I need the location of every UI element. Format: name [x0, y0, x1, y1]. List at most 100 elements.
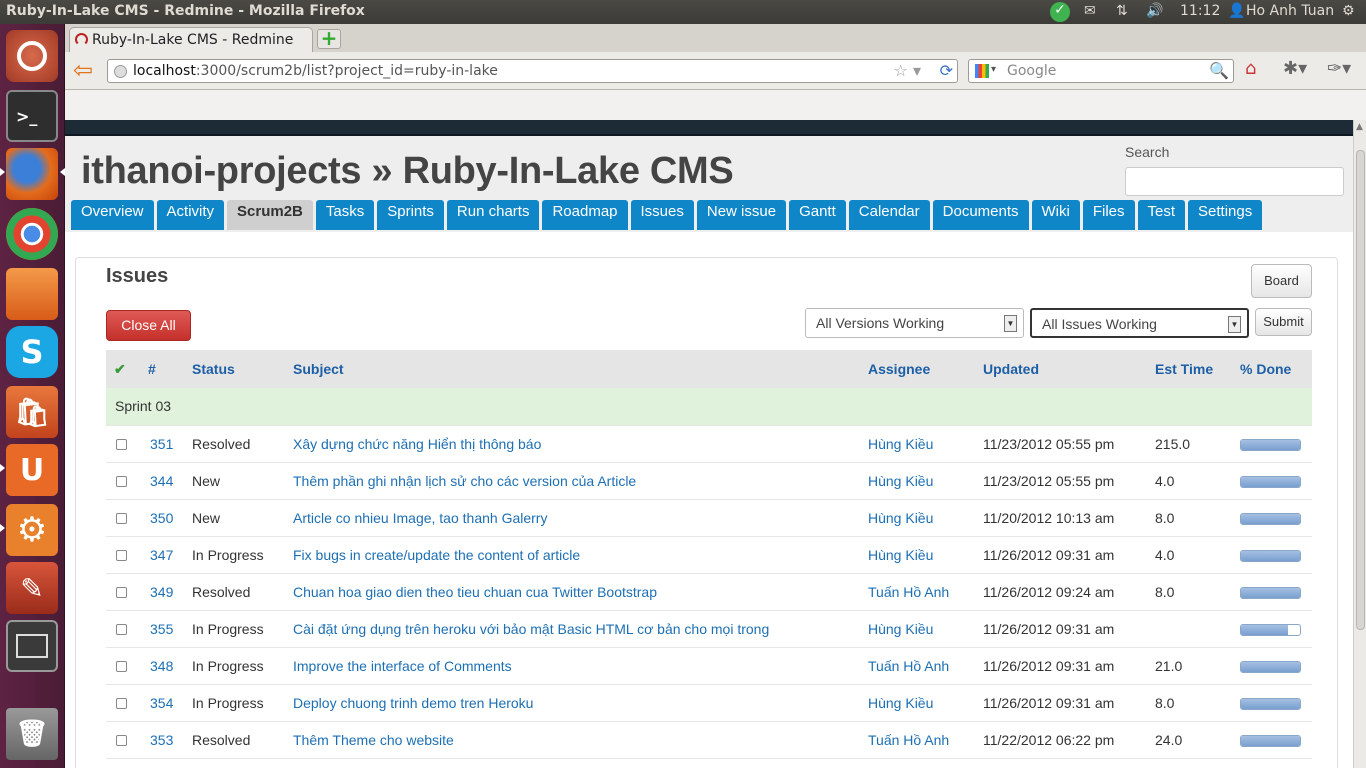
- row-checkbox[interactable]: [116, 438, 127, 450]
- user-name[interactable]: Ho Anh Tuan: [1246, 3, 1334, 19]
- tab-test[interactable]: Test: [1137, 200, 1186, 230]
- chrome-icon[interactable]: [6, 208, 58, 260]
- tab-new-issue[interactable]: New issue: [696, 200, 787, 230]
- issue-id-link[interactable]: 349: [150, 584, 173, 600]
- system-settings-icon[interactable]: ⚙: [6, 504, 58, 556]
- volume-icon[interactable]: 🔊: [1146, 3, 1163, 19]
- web-search-box[interactable]: ▾ Google 🔍: [968, 59, 1234, 83]
- tab-issues[interactable]: Issues: [630, 200, 694, 230]
- col-updated[interactable]: Updated: [975, 350, 1147, 388]
- dropper-addon-icon[interactable]: ✑▾: [1327, 58, 1351, 79]
- issue-id-link[interactable]: 355: [150, 621, 173, 637]
- tab-activity[interactable]: Activity: [156, 200, 225, 230]
- issue-filter-select[interactable]: All Issues Working ▼: [1030, 308, 1249, 338]
- google-engine-icon[interactable]: [975, 64, 989, 78]
- issue-subject-link[interactable]: Thêm phần ghi nhận lịch sử cho các versi…: [293, 473, 636, 489]
- scrollbar-thumb[interactable]: [1356, 150, 1365, 630]
- row-checkbox[interactable]: [116, 549, 127, 561]
- issue-id-link[interactable]: 351: [150, 436, 173, 452]
- tab-wiki[interactable]: Wiki: [1031, 200, 1080, 230]
- terminal-icon[interactable]: >_: [6, 90, 58, 142]
- network-icon[interactable]: ⇅: [1116, 3, 1128, 19]
- issue-id-link[interactable]: 348: [150, 658, 173, 674]
- project-search-input[interactable]: [1125, 167, 1344, 196]
- search-icon[interactable]: 🔍: [1209, 61, 1229, 80]
- col-status[interactable]: Status: [184, 350, 285, 388]
- col-est-time[interactable]: Est Time: [1147, 350, 1232, 388]
- reload-icon[interactable]: ⟳: [940, 61, 953, 80]
- power-gear-icon[interactable]: ⚙: [1342, 3, 1355, 19]
- row-checkbox[interactable]: [116, 475, 127, 487]
- firefox-icon[interactable]: [6, 148, 58, 200]
- assignee-link[interactable]: Hùng Kiều: [868, 695, 933, 711]
- browser-tab[interactable]: Ruby-In-Lake CMS - Redmine: [69, 27, 313, 53]
- row-checkbox[interactable]: [116, 623, 127, 635]
- bug-addon-icon[interactable]: ✱▾: [1283, 58, 1307, 79]
- close-all-button[interactable]: Close All: [106, 310, 191, 341]
- col-id[interactable]: #: [138, 350, 184, 388]
- version-filter-select[interactable]: All Versions Working ▼: [805, 308, 1024, 338]
- assignee-link[interactable]: Hùng Kiều: [868, 436, 933, 452]
- scroll-up-icon[interactable]: ▲: [1356, 122, 1363, 132]
- row-checkbox[interactable]: [116, 734, 127, 746]
- ubuntu-one-icon[interactable]: U: [6, 444, 58, 496]
- new-tab-plus-icon[interactable]: +: [317, 28, 341, 49]
- issue-subject-link[interactable]: Article co nhieu Image, tao thanh Galerr…: [293, 510, 547, 526]
- home-icon[interactable]: ⌂: [1245, 58, 1256, 79]
- board-button[interactable]: Board: [1251, 264, 1312, 298]
- trash-icon[interactable]: 🗑: [6, 708, 58, 760]
- col-assignee[interactable]: Assignee: [860, 350, 975, 388]
- tab-files[interactable]: Files: [1082, 200, 1135, 230]
- tab-run-charts[interactable]: Run charts: [446, 200, 540, 230]
- issue-subject-link[interactable]: Thêm Theme cho website: [293, 732, 454, 748]
- check-all-icon[interactable]: ✔: [106, 350, 138, 388]
- software-center-icon[interactable]: 🛍: [6, 386, 58, 438]
- assignee-link[interactable]: Tuấn Hồ Anh: [868, 732, 949, 748]
- tab-sprints[interactable]: Sprints: [377, 200, 444, 230]
- workspace-switcher-icon[interactable]: [6, 620, 58, 672]
- skype-icon[interactable]: S: [6, 326, 58, 378]
- update-ok-icon[interactable]: ✓: [1050, 2, 1070, 22]
- assignee-link[interactable]: Tuấn Hồ Anh: [868, 584, 949, 600]
- assignee-link[interactable]: Tuấn Hồ Anh: [868, 658, 949, 674]
- tab-overview[interactable]: Overview: [71, 200, 154, 230]
- tab-documents[interactable]: Documents: [932, 200, 1029, 230]
- tab-gantt[interactable]: Gantt: [789, 200, 846, 230]
- issue-subject-link[interactable]: Deploy chuong trinh demo tren Heroku: [293, 695, 533, 711]
- issue-subject-link[interactable]: Xây dựng chức năng Hiển thị thông báo: [293, 436, 541, 452]
- back-arrow-icon[interactable]: ⇦: [73, 58, 97, 82]
- row-checkbox[interactable]: [116, 512, 127, 524]
- tab-calendar[interactable]: Calendar: [848, 200, 930, 230]
- col-done[interactable]: % Done: [1232, 350, 1312, 388]
- ubuntu-logo-icon[interactable]: [6, 30, 58, 82]
- assignee-link[interactable]: Hùng Kiều: [868, 621, 933, 637]
- assignee-link[interactable]: Hùng Kiều: [868, 473, 933, 489]
- bookmark-star-icon[interactable]: ☆ ▾: [894, 61, 921, 80]
- files-icon[interactable]: [6, 268, 58, 320]
- issue-subject-link[interactable]: Chuan hoa giao dien theo tieu chuan cua …: [293, 584, 657, 600]
- update-manager-icon[interactable]: ✎: [6, 562, 58, 614]
- clock[interactable]: 11:12: [1180, 3, 1220, 19]
- tab-scrum2b[interactable]: Scrum2B: [227, 200, 313, 230]
- issue-id-link[interactable]: 353: [150, 732, 173, 748]
- row-checkbox[interactable]: [116, 697, 127, 709]
- page-scrollbar[interactable]: ▲: [1353, 120, 1366, 768]
- issue-subject-link[interactable]: Improve the interface of Comments: [293, 658, 512, 674]
- submit-button[interactable]: Submit: [1255, 308, 1312, 336]
- row-checkbox[interactable]: [116, 586, 127, 598]
- issue-id-link[interactable]: 350: [150, 510, 173, 526]
- issue-id-link[interactable]: 347: [150, 547, 173, 563]
- issue-subject-link[interactable]: Fix bugs in create/update the content of…: [293, 547, 580, 563]
- issue-id-link[interactable]: 354: [150, 695, 173, 711]
- assignee-link[interactable]: Hùng Kiều: [868, 510, 933, 526]
- issue-id-link[interactable]: 344: [150, 473, 173, 489]
- tab-tasks[interactable]: Tasks: [315, 200, 375, 230]
- col-subject[interactable]: Subject: [285, 350, 860, 388]
- row-checkbox[interactable]: [116, 660, 127, 672]
- url-bar[interactable]: localhost:3000/scrum2b/list?project_id=r…: [107, 59, 958, 83]
- mail-icon[interactable]: ✉: [1084, 3, 1096, 19]
- issue-subject-link[interactable]: Cài đặt ứng dụng trên heroku với bảo mật…: [293, 621, 769, 637]
- tab-settings[interactable]: Settings: [1188, 200, 1263, 230]
- tab-roadmap[interactable]: Roadmap: [542, 200, 628, 230]
- assignee-link[interactable]: Hùng Kiều: [868, 547, 933, 563]
